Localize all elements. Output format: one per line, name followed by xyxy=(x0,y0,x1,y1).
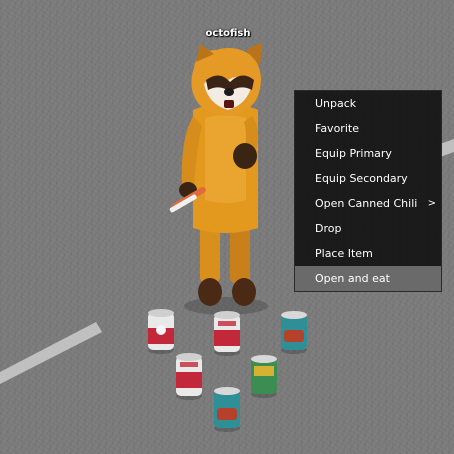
menu-item-unpack[interactable]: Unpack xyxy=(295,91,441,116)
menu-item-drop[interactable]: Drop xyxy=(295,216,441,241)
menu-item-label: Open and eat xyxy=(315,272,390,285)
menu-item-open-canned-chili[interactable]: Open Canned Chili > xyxy=(295,191,441,216)
world-item-green-soup-can[interactable] xyxy=(251,355,277,398)
world-item-beans-can[interactable] xyxy=(281,311,307,354)
menu-item-equip-secondary[interactable]: Equip Secondary xyxy=(295,166,441,191)
menu-item-open-and-eat[interactable]: Open and eat xyxy=(295,266,441,291)
nose xyxy=(224,88,234,96)
road-line-right xyxy=(440,139,454,157)
right-boot xyxy=(232,278,256,306)
menu-item-label: Favorite xyxy=(315,122,359,135)
world-item-tomato-soup-can[interactable] xyxy=(176,353,202,400)
menu-item-label: Place Item xyxy=(315,247,373,260)
menu-item-favorite[interactable]: Favorite xyxy=(295,116,441,141)
right-glove xyxy=(233,143,257,169)
left-boot xyxy=(198,278,222,306)
menu-item-equip-primary[interactable]: Equip Primary xyxy=(295,141,441,166)
menu-item-label: Equip Primary xyxy=(315,147,392,160)
world-item-tomato-soup-can[interactable] xyxy=(214,311,240,356)
world-item-beans-can[interactable] xyxy=(214,387,240,432)
menu-item-label: Open Canned Chili xyxy=(315,197,418,210)
menu-item-label: Equip Secondary xyxy=(315,172,408,185)
menu-item-label: Unpack xyxy=(315,97,357,110)
context-menu[interactable]: Unpack Favorite Equip Primary Equip Seco… xyxy=(294,90,442,292)
submenu-arrow-icon: > xyxy=(427,198,436,209)
menu-item-place-item[interactable]: Place Item xyxy=(295,241,441,266)
game-world[interactable]: octofish Unpack Favorite Equip Primary E… xyxy=(0,0,454,454)
player-character[interactable] xyxy=(169,42,262,306)
menu-item-label: Drop xyxy=(315,222,342,235)
road-line-left xyxy=(0,322,102,384)
world-item-tomato-soup-can[interactable] xyxy=(148,309,174,354)
player-name-label: octofish xyxy=(205,28,251,39)
